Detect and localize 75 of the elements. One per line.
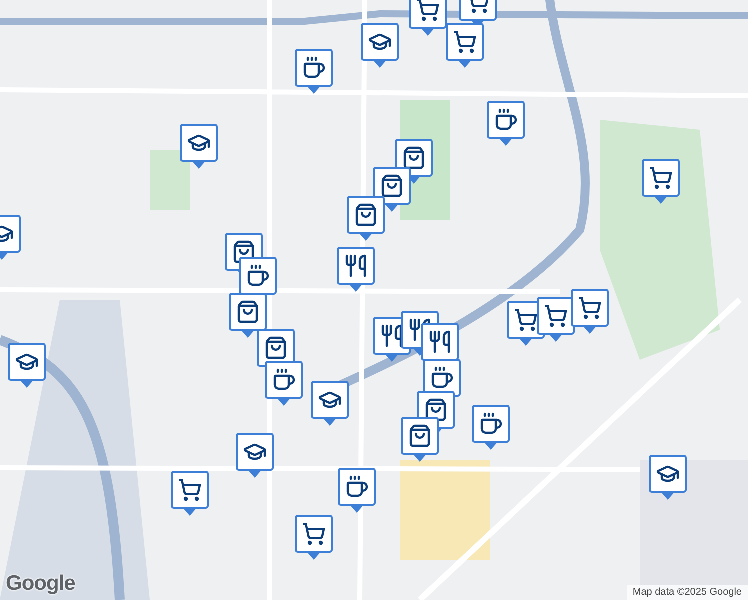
map-marker[interactable] [649,455,687,501]
coffee-cup-icon [272,368,296,392]
map-marker[interactable] [338,468,376,514]
pointer-icon [307,86,321,94]
coffee-cup-icon [479,412,503,436]
shopping-cart-icon [578,296,602,320]
pointer-icon [484,442,498,450]
map-marker[interactable] [409,0,447,37]
map-marker[interactable] [8,343,46,389]
pointer-icon [421,28,435,36]
shopping-bag-icon [236,300,260,324]
map-marker[interactable] [642,159,680,205]
map-marker[interactable] [311,381,349,427]
shopping-cart-icon [544,304,568,328]
map-marker[interactable] [537,297,575,343]
coffee-cup-icon [430,366,454,390]
coffee-cup-icon [246,264,270,288]
map-marker[interactable] [361,23,399,69]
shopping-cart-icon [416,0,440,22]
pointer-icon [499,138,513,146]
map-marker[interactable] [446,23,484,69]
map-marker[interactable] [171,471,209,517]
map-marker[interactable] [337,247,375,293]
map-marker[interactable] [180,124,218,170]
shopping-bag-icon [264,336,288,360]
map-marker[interactable] [571,289,609,335]
pointer-icon [661,492,675,500]
pointer-icon [20,380,34,388]
pointer-icon [519,338,533,346]
pointer-icon [373,60,387,68]
map-marker[interactable] [295,515,333,561]
fork-knife-icon [408,318,432,342]
coffee-cup-icon [345,475,369,499]
shopping-cart-icon [453,30,477,54]
map-marker[interactable] [265,361,303,407]
map-marker[interactable] [229,293,267,339]
map-marker[interactable] [295,49,333,95]
shopping-bag-icon [354,203,378,227]
pointer-icon [350,505,364,513]
shopping-cart-icon [178,478,202,502]
pointer-icon [248,470,262,478]
coffee-cup-icon [302,56,326,80]
map-marker[interactable] [347,196,385,242]
fork-knife-icon [344,254,368,278]
fork-knife-icon [428,330,452,354]
map-marker[interactable] [401,417,439,463]
pointer-icon [458,60,472,68]
coffee-cup-icon [494,108,518,132]
map-marker[interactable] [487,101,525,147]
shopping-bag-icon [402,146,426,170]
pointer-icon [307,552,321,560]
shopping-cart-icon [514,308,538,332]
google-logo: Google [6,572,76,596]
pointer-icon [583,326,597,334]
pointer-icon [385,354,399,362]
pointer-icon [654,196,668,204]
pointer-icon [359,233,373,241]
map-attribution: Map data ©2025 Google [626,585,748,600]
pointer-icon [183,508,197,516]
pointer-icon [349,284,363,292]
pointer-icon [413,454,427,462]
shopping-bag-icon [424,398,448,422]
shopping-cart-icon [302,522,326,546]
shopping-cart-icon [649,166,673,190]
pointer-icon [192,161,206,169]
fork-knife-icon [380,324,404,348]
shopping-bag-icon [380,174,404,198]
shopping-bag-icon [408,424,432,448]
pointer-icon [241,330,255,338]
map-marker[interactable] [472,405,510,451]
pointer-icon [277,398,291,406]
map-marker[interactable] [236,433,274,479]
pointer-icon [549,334,563,342]
pointer-icon [385,204,399,212]
pointer-icon [323,418,337,426]
